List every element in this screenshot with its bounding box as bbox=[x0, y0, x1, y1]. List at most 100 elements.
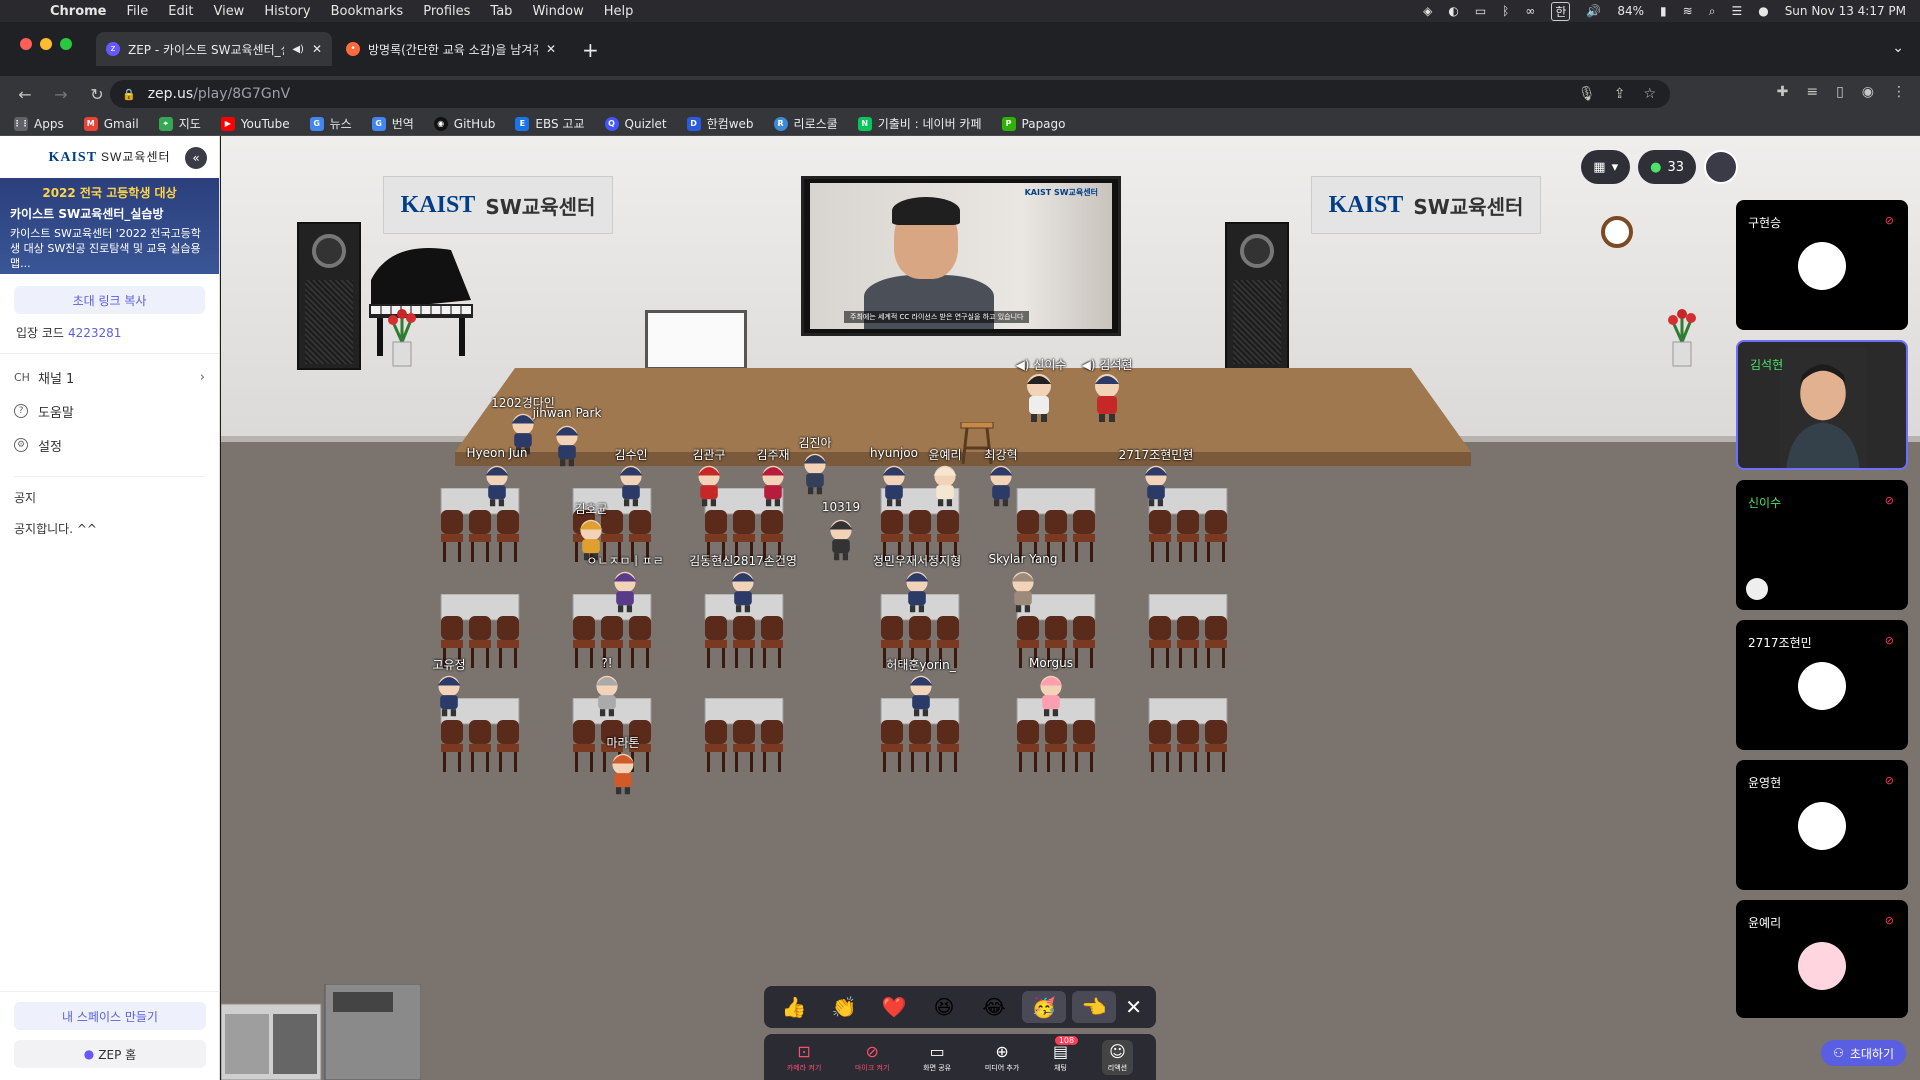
presentation-screen[interactable]: KAIST SW교육센터 주최에는 세계적 CC 라이선스 받은 연구실을 하고… bbox=[801, 176, 1121, 336]
mic-icon[interactable]: 🎙 bbox=[1578, 86, 1596, 102]
clap-reaction[interactable]: 👏 bbox=[822, 991, 866, 1023]
player-avatar[interactable] bbox=[551, 424, 583, 468]
siri-icon[interactable]: ● bbox=[1758, 4, 1768, 18]
laugh-reaction[interactable]: 😂 bbox=[972, 991, 1016, 1023]
menu-bookmarks[interactable]: Bookmarks bbox=[331, 4, 404, 19]
share-icon[interactable]: ⇪ bbox=[1614, 86, 1626, 102]
battery-percent[interactable]: 84% bbox=[1617, 4, 1644, 18]
player-avatar[interactable] bbox=[901, 570, 933, 614]
menu-file[interactable]: File bbox=[127, 4, 149, 19]
point-reaction[interactable]: 👈 bbox=[1072, 991, 1116, 1023]
whiteboard[interactable] bbox=[645, 310, 747, 370]
tab-guestbook[interactable]: • 방명록(간단한 교육 소감)을 남겨주세 ✕ bbox=[336, 32, 566, 66]
forward-icon[interactable]: → bbox=[50, 85, 72, 104]
heart-reaction[interactable]: ❤️ bbox=[872, 991, 916, 1023]
tab-search-chevron-icon[interactable]: ⌄ bbox=[1892, 40, 1904, 56]
my-avatar[interactable] bbox=[1704, 150, 1738, 184]
party-reaction[interactable]: 🥳 bbox=[1022, 991, 1066, 1023]
bookmark-news[interactable]: G 뉴스 bbox=[309, 115, 352, 132]
screen-share-button[interactable]: ▭ 화면 공유 bbox=[923, 1042, 951, 1073]
thumbs-up-reaction[interactable]: 👍 bbox=[772, 991, 816, 1023]
menu-history[interactable]: History bbox=[264, 4, 310, 19]
bookmark-github[interactable]: ◉ GitHub bbox=[433, 116, 495, 131]
input-lang[interactable]: 한 bbox=[1551, 1, 1571, 21]
side-panel-icon[interactable]: ▯ bbox=[1836, 84, 1844, 100]
bookmark-star-icon[interactable]: ☆ bbox=[1643, 86, 1656, 102]
bookmark-translate[interactable]: G 번역 bbox=[371, 115, 414, 132]
minimize-window-button[interactable] bbox=[40, 38, 52, 50]
bookmark-papago[interactable]: P Papago bbox=[1001, 116, 1066, 131]
video-tile[interactable]: 2717조현민 ⊘ bbox=[1736, 620, 1908, 750]
player-avatar[interactable] bbox=[693, 464, 725, 508]
more-menu-icon[interactable]: ⋮ bbox=[1892, 84, 1906, 100]
menu-tab[interactable]: Tab bbox=[490, 4, 512, 19]
back-icon[interactable]: ← bbox=[14, 85, 36, 104]
video-tile[interactable]: 윤예리 ⊘ bbox=[1736, 900, 1908, 1018]
player-avatar[interactable] bbox=[591, 674, 623, 718]
spotlight-icon[interactable]: ⌕ bbox=[1709, 4, 1716, 19]
menu-app-name[interactable]: Chrome bbox=[50, 4, 107, 19]
video-tile[interactable]: 윤영현 ⊘ bbox=[1736, 760, 1908, 890]
participants-count-button[interactable]: ● 33 bbox=[1638, 150, 1696, 184]
reading-list-icon[interactable]: ≡ bbox=[1806, 84, 1818, 100]
player-avatar[interactable] bbox=[433, 674, 465, 718]
add-media-button[interactable]: ⊕ 미디어 추가 bbox=[985, 1042, 1019, 1073]
close-reactions-icon[interactable]: ✕ bbox=[1125, 995, 1148, 1019]
player-avatar[interactable] bbox=[825, 518, 857, 562]
bookmark-riroschool[interactable]: R 리로스쿨 bbox=[773, 115, 838, 132]
invite-button[interactable]: ⚇ 초대하기 bbox=[1821, 1040, 1906, 1066]
tab-close-icon[interactable]: ✕ bbox=[312, 42, 322, 56]
video-tile[interactable]: 구현승 ⊘ bbox=[1736, 200, 1908, 330]
menu-profiles[interactable]: Profiles bbox=[423, 4, 470, 19]
reaction-button[interactable]: ☺ 리액션 bbox=[1101, 1039, 1134, 1075]
wifi-icon[interactable]: ≋ bbox=[1683, 4, 1693, 18]
help-item[interactable]: ? 도움말 bbox=[0, 394, 219, 428]
player-avatar[interactable] bbox=[905, 674, 937, 718]
player-avatar[interactable] bbox=[878, 464, 910, 508]
player-avatar[interactable] bbox=[727, 570, 759, 614]
speaker-icon[interactable]: ◀) bbox=[292, 44, 304, 55]
entry-code-value[interactable]: 4223281 bbox=[68, 326, 121, 340]
menu-help[interactable]: Help bbox=[604, 4, 634, 19]
control-center-icon[interactable]: ☰ bbox=[1731, 4, 1742, 18]
mic-toggle-button[interactable]: ⊘ 마이크 켜기 bbox=[855, 1042, 889, 1073]
bookmark-maps[interactable]: ⌖ 지도 bbox=[158, 115, 201, 132]
dropbox-icon[interactable]: ◈ bbox=[1423, 4, 1432, 18]
channel-selector[interactable]: CH 채널 1 › bbox=[0, 360, 219, 394]
extensions-icon[interactable]: ✚ bbox=[1777, 84, 1789, 100]
settings-item[interactable]: ⚙ 설정 bbox=[0, 428, 219, 462]
bookmark-quizlet[interactable]: Q Quizlet bbox=[604, 116, 667, 131]
tab-close-icon[interactable]: ✕ bbox=[546, 42, 556, 56]
vpn-icon[interactable]: ◐ bbox=[1448, 4, 1458, 18]
bookmark-hancom[interactable]: D 한컴web bbox=[686, 115, 754, 132]
camera-toggle-button[interactable]: ⊡ 카메라 켜기 bbox=[787, 1042, 821, 1073]
menu-edit[interactable]: Edit bbox=[168, 4, 193, 19]
display-icon[interactable]: ▭ bbox=[1475, 4, 1486, 18]
player-avatar[interactable] bbox=[1089, 372, 1125, 422]
player-avatar[interactable] bbox=[1007, 570, 1039, 614]
bookmark-ebs[interactable]: E EBS 고교 bbox=[515, 115, 585, 132]
bluetooth-icon[interactable]: ᛒ bbox=[1502, 4, 1509, 18]
player-avatar[interactable] bbox=[1021, 372, 1057, 422]
layout-toggle-button[interactable]: ▦ ▾ bbox=[1581, 150, 1631, 184]
player-avatar[interactable] bbox=[757, 464, 789, 508]
grin-reaction[interactable]: 😆 bbox=[922, 991, 966, 1023]
video-tile[interactable]: 신이수 ⊘ bbox=[1736, 480, 1908, 610]
profile-avatar[interactable]: ◉ bbox=[1862, 84, 1874, 100]
zep-home-button[interactable]: ● ZEP 홈 bbox=[14, 1040, 206, 1068]
video-tile-live[interactable]: 김석현 bbox=[1736, 340, 1908, 470]
player-avatar[interactable] bbox=[609, 570, 641, 614]
bookmark-apps[interactable]: ⋮⋮ Apps bbox=[13, 116, 64, 131]
address-bar[interactable]: 🔒 zep.us/play/8G7GnV 🎙 ⇪ ☆ bbox=[110, 80, 1670, 108]
reload-icon[interactable]: ↻ bbox=[86, 85, 108, 104]
menu-window[interactable]: Window bbox=[532, 4, 583, 19]
collapse-sidebar-icon[interactable]: « bbox=[185, 147, 207, 169]
menu-view[interactable]: View bbox=[213, 4, 244, 19]
player-avatar[interactable] bbox=[985, 464, 1017, 508]
player-avatar[interactable] bbox=[929, 464, 961, 508]
close-window-button[interactable] bbox=[20, 38, 32, 50]
bookmark-naver-cafe[interactable]: N 기출비 : 네이버 카페 bbox=[857, 115, 982, 132]
bookmark-gmail[interactable]: M Gmail bbox=[83, 116, 139, 131]
lock-icon[interactable]: 🔒 bbox=[122, 88, 136, 101]
chat-button[interactable]: ▤ 채팅 108 bbox=[1053, 1035, 1079, 1073]
